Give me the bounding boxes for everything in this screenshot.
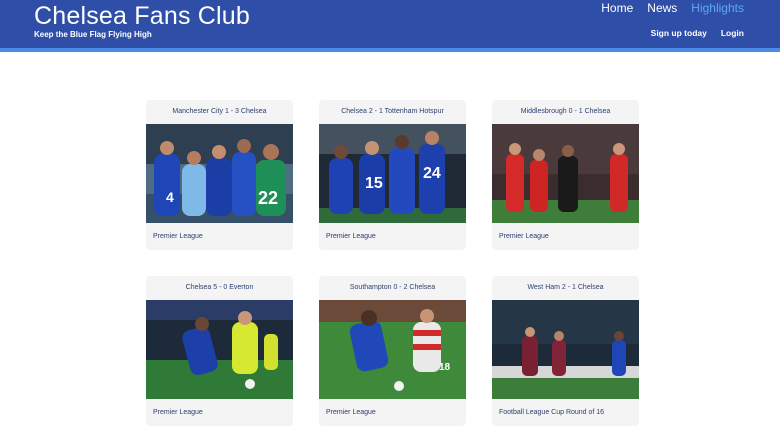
highlight-title: Southampton 0 - 2 Chelsea (349, 284, 436, 291)
highlight-card[interactable]: West Ham 2 - 1 Chelsea Football League C… (492, 276, 639, 426)
match-photo: 18 (319, 300, 466, 399)
highlight-title: Manchester City 1 - 3 Chelsea (172, 108, 267, 115)
highlight-title: Chelsea 5 - 0 Everton (185, 284, 254, 291)
highlight-card[interactable]: Manchester City 1 - 3 Chelsea 22 4 Premi… (146, 100, 293, 250)
svg-text:15: 15 (365, 175, 383, 192)
svg-text:4: 4 (166, 189, 174, 205)
site-tagline: Keep the Blue Flag Flying High (34, 30, 152, 39)
match-photo: 22 4 (146, 124, 293, 223)
nav-highlights[interactable]: Highlights (691, 1, 744, 15)
svg-text:22: 22 (258, 188, 278, 208)
highlight-card[interactable]: Southampton 0 - 2 Chelsea 18 Premier Lea… (319, 276, 466, 426)
site-title[interactable]: Chelsea Fans Club (34, 2, 250, 31)
competition-label: Premier League (153, 409, 203, 416)
nav-news[interactable]: News (647, 1, 677, 15)
match-photo: 15 24 (319, 124, 466, 223)
nav-home[interactable]: Home (601, 1, 633, 15)
sign-up-link[interactable]: Sign up today (651, 28, 707, 38)
highlight-title: Middlesbrough 0 - 1 Chelsea (520, 108, 611, 115)
svg-text:24: 24 (423, 165, 441, 182)
account-nav: Sign up today Login (651, 28, 744, 38)
competition-label: Football League Cup Round of 16 (499, 409, 605, 416)
highlight-card[interactable]: Middlesbrough 0 - 1 Chelsea Premier Leag… (492, 100, 639, 250)
svg-text:18: 18 (439, 362, 451, 373)
match-photo (492, 124, 639, 223)
competition-label: Premier League (326, 409, 376, 416)
highlight-card[interactable]: Chelsea 5 - 0 Everton Premier League (146, 276, 293, 426)
site-header: Chelsea Fans Club Keep the Blue Flag Fly… (0, 0, 780, 52)
competition-label: Premier League (326, 233, 376, 240)
match-photo (492, 300, 639, 399)
competition-label: Premier League (153, 233, 203, 240)
login-link[interactable]: Login (721, 28, 744, 38)
highlight-card[interactable]: Chelsea 2 - 1 Tottenham Hotspur 15 24 Pr… (319, 100, 466, 250)
main-nav: Home News Highlights (601, 1, 744, 15)
highlight-title: West Ham 2 - 1 Chelsea (527, 284, 604, 291)
competition-label: Premier League (499, 233, 549, 240)
match-photo (146, 300, 293, 399)
highlight-title: Chelsea 2 - 1 Tottenham Hotspur (341, 108, 444, 115)
